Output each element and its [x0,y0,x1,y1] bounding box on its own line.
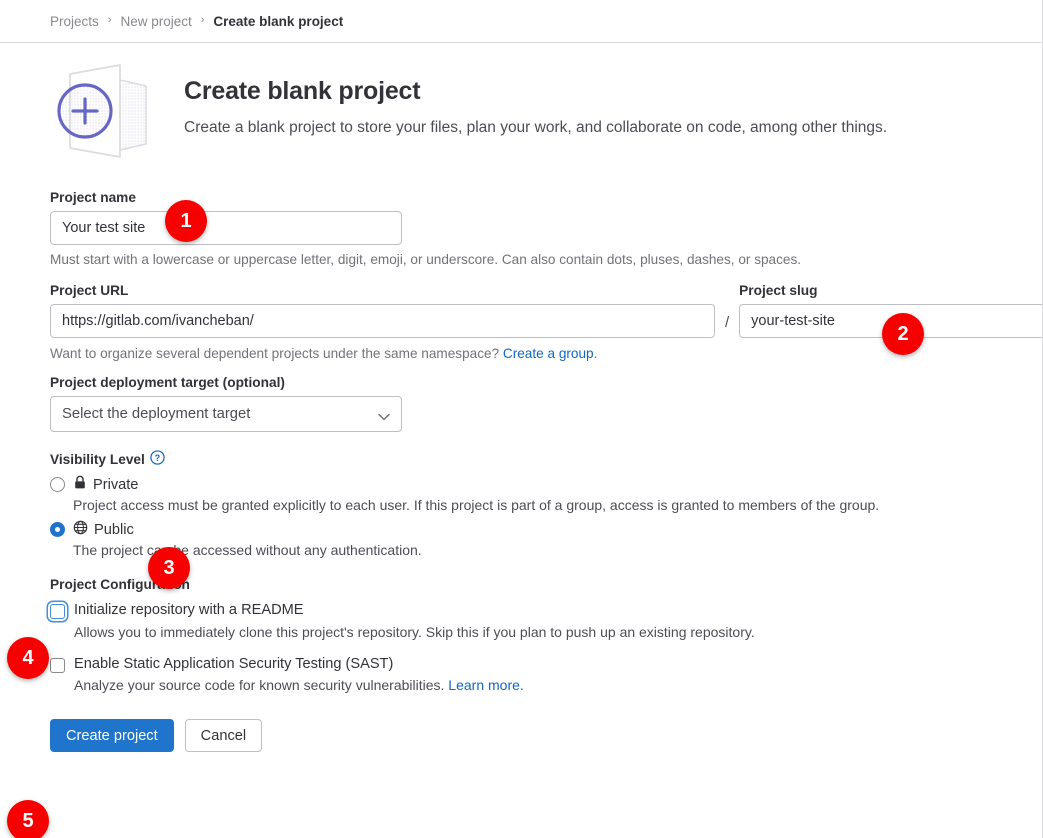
initialize-readme-label: Initialize repository with a README [74,602,304,618]
deployment-target-label: Project deployment target (optional) [50,375,285,390]
enable-sast-description-suffix: . [519,677,524,694]
url-slug-separator: / [725,314,730,331]
visibility-option-private[interactable]: Private [50,475,1042,494]
project-url-group: Project URL [50,283,715,338]
step-badge-3: 3 [148,547,190,589]
globe-icon [73,520,88,539]
breadcrumb-separator: › [107,14,112,26]
visibility-private-label-wrap: Private [73,475,138,494]
breadcrumb-item-new-project[interactable]: New project [120,14,191,29]
step-badge-4: 4 [7,637,49,679]
page-title: Create blank project [184,77,421,105]
breadcrumb-item-projects[interactable]: Projects [50,14,99,29]
visibility-option-public[interactable]: Public [50,520,1042,539]
breadcrumb-separator: › [200,14,205,26]
project-name-help: Must start with a lowercase or uppercase… [50,252,802,267]
project-name-input[interactable] [50,211,402,245]
page-header: Create blank project Create a blank proj… [0,43,1042,163]
enable-sast-checkbox[interactable] [50,657,65,673]
namespace-help-text: Want to organize several dependent proje… [50,346,500,361]
deployment-target-group: Project deployment target (optional) Sel… [50,375,1042,432]
project-configuration-group: Project Configuration Initialize reposit… [50,577,1042,693]
visibility-private-description: Project access must be granted explicitl… [73,497,880,513]
enable-sast-description-text: Analyze your source code for known secur… [74,677,445,694]
step-badge-1: 1 [165,200,207,242]
project-url-input[interactable] [50,304,715,338]
visibility-level-label: Visibility Level [50,451,145,467]
sast-learn-more-link[interactable]: Learn more [448,677,520,693]
create-project-button[interactable]: Create project [50,719,174,753]
visibility-radio-public[interactable] [50,522,65,537]
lock-icon [73,475,87,494]
breadcrumb: Projects › New project › Create blank pr… [0,0,1042,43]
breadcrumb-item-current: Create blank project [213,13,344,29]
new-project-folder-plus-icon [50,59,162,163]
initialize-readme-description: Allows you to immediately clone this pro… [74,623,755,640]
question-circle-icon[interactable]: ? [150,450,165,468]
visibility-public-label: Public [94,521,134,538]
cancel-button[interactable]: Cancel [184,719,263,753]
create-blank-project-page: Projects › New project › Create blank pr… [0,0,1043,838]
deployment-target-select[interactable]: Select the deployment target Kubernetes … [50,396,402,432]
page-subtitle: Create a blank project to store your fil… [184,119,888,136]
visibility-private-label: Private [93,476,139,493]
create-a-group-link[interactable]: Create a group [503,346,594,361]
project-name-label: Project name [50,190,136,205]
visibility-level-title: Visibility Level ? [50,450,1042,468]
sast-checkbox-row[interactable]: Enable Static Application Security Testi… [50,655,1042,675]
step-badge-2: 2 [882,313,924,355]
create-project-form: Project name Must start with a lowercase… [0,163,1042,768]
namespace-help-suffix: . [593,346,598,361]
visibility-radio-private[interactable] [50,477,65,492]
initialize-readme-checkbox[interactable] [50,604,65,619]
enable-sast-label: Enable Static Application Security Testi… [74,655,394,672]
page-header-text: Create blank project Create a blank proj… [162,59,887,163]
visibility-public-description: The project can be accessed without any … [73,542,422,558]
visibility-level-group: Visibility Level ? Private Project acces… [50,450,1042,558]
form-actions: Create project Cancel [50,719,1042,768]
svg-text:?: ? [155,453,160,463]
project-url-label: Project URL [50,283,129,298]
readme-checkbox-row[interactable]: Initialize repository with a README [50,601,1042,621]
project-slug-label: Project slug [739,283,818,298]
visibility-public-label-wrap: Public [73,520,134,539]
enable-sast-description: Analyze your source code for known secur… [74,677,1042,693]
step-badge-5: 5 [7,800,49,838]
project-configuration-title: Project Configuration [50,577,190,592]
deployment-target-select-wrap: Select the deployment target Kubernetes … [50,396,402,432]
